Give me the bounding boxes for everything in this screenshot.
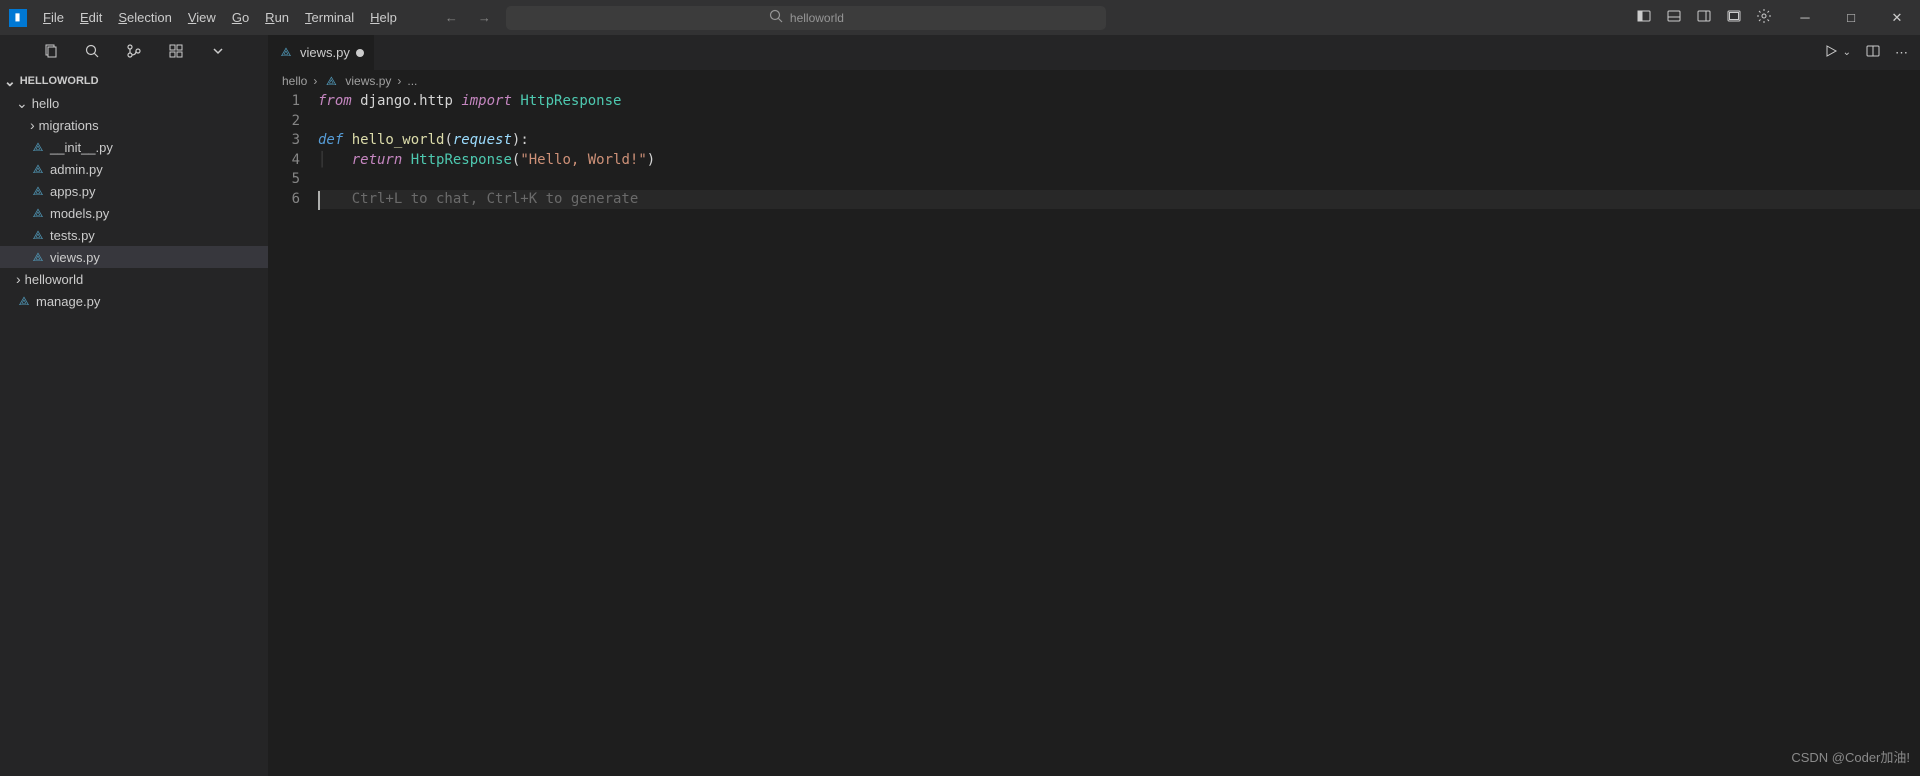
tree-item-models-py[interactable]: ⟁ models.py <box>0 202 268 224</box>
tree-item-manage-py[interactable]: ⟁ manage.py <box>0 290 268 312</box>
tree-item-migrations[interactable]: › migrations <box>0 114 268 136</box>
close-button[interactable]: ✕ <box>1874 0 1920 35</box>
breadcrumb-part[interactable]: views.py <box>345 74 391 88</box>
python-icon: ⟁ <box>30 228 46 243</box>
python-icon: ⟁ <box>323 74 339 89</box>
chevron-right-icon: › <box>16 271 21 287</box>
tree-item-views-py[interactable]: ⟁ views.py <box>0 246 268 268</box>
app-icon: ▮ <box>0 9 35 27</box>
dirty-indicator-icon <box>356 49 364 57</box>
search-sidebar-icon[interactable] <box>84 43 100 62</box>
python-icon: ⟁ <box>278 45 294 60</box>
menu-go[interactable]: Go <box>224 0 257 35</box>
titlebar: ▮ FileEditSelectionViewGoRunTerminalHelp… <box>0 0 1920 35</box>
project-name: HELLOWORLD <box>20 75 99 87</box>
python-icon: ⟁ <box>30 206 46 221</box>
menu-run[interactable]: Run <box>257 0 297 35</box>
search-text: helloworld <box>790 11 844 25</box>
tree-item-hello[interactable]: ⌄ hello <box>0 92 268 114</box>
explorer-header[interactable]: ⌄ HELLOWORLD <box>0 70 268 92</box>
chevron-down-icon: ⌄ <box>4 73 16 90</box>
new-file-icon[interactable] <box>42 43 58 62</box>
search-box[interactable]: helloworld <box>506 6 1106 30</box>
tree-item-__init__-py[interactable]: ⟁ __init__.py <box>0 136 268 158</box>
tree-label: apps.py <box>50 184 96 199</box>
tree-label: manage.py <box>36 294 100 309</box>
editor-area: ⟁ views.py ⌄ ⋯ hello › ⟁ views.py › ... … <box>268 35 1920 776</box>
run-icon[interactable] <box>1823 43 1839 62</box>
tree-label: __init__.py <box>50 140 113 155</box>
menu-view[interactable]: View <box>180 0 224 35</box>
menu-help[interactable]: Help <box>362 0 405 35</box>
breadcrumb-part[interactable]: hello <box>282 74 307 88</box>
chevron-down-icon[interactable] <box>210 43 226 62</box>
file-tree: ⌄ hello › migrations ⟁ __init__.py ⟁ admin.py ⟁ a… <box>0 92 268 312</box>
code-editor[interactable]: 123456 from django.http import HttpRespo… <box>268 92 1920 209</box>
chevron-right-icon: › <box>397 74 401 88</box>
tree-item-admin-py[interactable]: ⟁ admin.py <box>0 158 268 180</box>
tree-label: helloworld <box>25 272 84 287</box>
tree-label: migrations <box>39 118 99 133</box>
chevron-right-icon: › <box>313 74 317 88</box>
tree-label: views.py <box>50 250 100 265</box>
nav-back-icon[interactable]: ← <box>445 10 458 25</box>
sidebar: ⌄ HELLOWORLD ⌄ hello › migrations ⟁ __init__.… <box>0 35 268 776</box>
tab-views-py[interactable]: ⟁ views.py <box>268 35 375 70</box>
run-dropdown-icon[interactable]: ⌄ <box>1843 47 1851 58</box>
tree-label: admin.py <box>50 162 103 177</box>
more-icon[interactable]: ⋯ <box>1895 45 1908 61</box>
python-icon: ⟁ <box>30 250 46 265</box>
menu-terminal[interactable]: Terminal <box>297 0 362 35</box>
search-icon <box>768 8 784 27</box>
extensions-icon[interactable] <box>168 43 184 62</box>
source-control-icon[interactable] <box>126 43 142 62</box>
tree-item-apps-py[interactable]: ⟁ apps.py <box>0 180 268 202</box>
tree-label: hello <box>32 96 59 111</box>
split-editor-icon[interactable] <box>1865 43 1881 62</box>
python-icon: ⟁ <box>16 294 32 309</box>
tree-label: tests.py <box>50 228 95 243</box>
tree-item-helloworld[interactable]: › helloworld <box>0 268 268 290</box>
menu-bar: FileEditSelectionViewGoRunTerminalHelp <box>35 0 405 35</box>
minimize-button[interactable]: ─ <box>1782 0 1828 35</box>
tree-label: models.py <box>50 206 109 221</box>
gear-icon[interactable] <box>1756 8 1772 27</box>
layout-panel-icon[interactable] <box>1726 8 1742 27</box>
layout-right-icon[interactable] <box>1696 8 1712 27</box>
layout-left-icon[interactable] <box>1636 8 1652 27</box>
chevron-right-icon: › <box>30 117 35 133</box>
menu-selection[interactable]: Selection <box>110 0 179 35</box>
menu-file[interactable]: File <box>35 0 72 35</box>
python-icon: ⟁ <box>30 162 46 177</box>
python-icon: ⟁ <box>30 184 46 199</box>
menu-edit[interactable]: Edit <box>72 0 110 35</box>
tab-filename: views.py <box>300 45 350 60</box>
maximize-button[interactable]: □ <box>1828 0 1874 35</box>
python-icon: ⟁ <box>30 140 46 155</box>
chevron-down-icon: ⌄ <box>16 95 28 112</box>
nav-forward-icon[interactable]: → <box>478 10 491 25</box>
layout-bottom-icon[interactable] <box>1666 8 1682 27</box>
watermark: CSDN @Coder加油! <box>1791 747 1910 766</box>
breadcrumb[interactable]: hello › ⟁ views.py › ... <box>268 70 1920 92</box>
tree-item-tests-py[interactable]: ⟁ tests.py <box>0 224 268 246</box>
breadcrumb-part[interactable]: ... <box>407 74 417 88</box>
